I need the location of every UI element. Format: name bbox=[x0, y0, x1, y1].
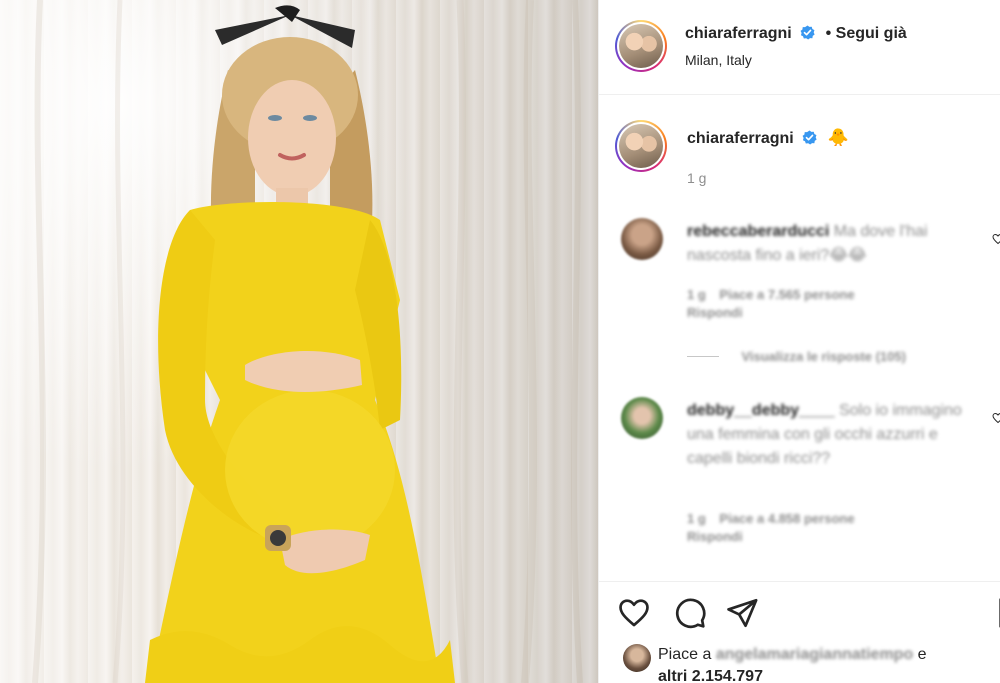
author-username[interactable]: chiaraferragni bbox=[685, 25, 792, 42]
liker-avatar[interactable] bbox=[623, 644, 651, 672]
view-replies[interactable]: Visualizza le risposte (105) bbox=[687, 348, 906, 366]
comment-avatar[interactable] bbox=[621, 218, 663, 260]
comment-avatar[interactable] bbox=[621, 397, 663, 439]
likes-others[interactable]: altri 2.154.797 bbox=[658, 666, 763, 683]
photo-illustration bbox=[32, 0, 583, 683]
reply-button[interactable]: Rispondi bbox=[687, 305, 743, 320]
comment-meta: 1 g Piace a 7.565 persone bbox=[687, 287, 855, 302]
verified-badge-icon bbox=[802, 130, 817, 145]
comment-time[interactable]: 1 g bbox=[687, 287, 706, 302]
verified-badge-icon bbox=[800, 25, 815, 40]
view-replies-label[interactable]: Visualizza le risposte (105) bbox=[741, 349, 906, 364]
likes-suffix: e bbox=[917, 646, 927, 663]
caption-avatar[interactable] bbox=[615, 120, 667, 172]
comment-likes[interactable]: Piace a 7.565 persone bbox=[719, 287, 854, 302]
comment-time[interactable]: 1 g bbox=[687, 511, 706, 526]
author-avatar[interactable] bbox=[615, 20, 667, 72]
caption-row: chiaraferragni 🐥 bbox=[687, 128, 849, 148]
comment-username[interactable]: rebeccaberarducci bbox=[687, 223, 829, 240]
reply-button[interactable]: Rispondi bbox=[687, 529, 743, 544]
follow-status-button[interactable]: • Segui già bbox=[826, 25, 907, 42]
liker-username[interactable]: angelamariagiannatiempo bbox=[716, 646, 913, 663]
heart-icon[interactable] bbox=[992, 412, 1000, 424]
likes-summary: Piace a angelamariagiannatiempo e bbox=[658, 644, 988, 666]
likes-prefix: Piace a bbox=[658, 646, 712, 663]
post-header: chiaraferragni • Segui già Milan, Italy bbox=[599, 0, 1000, 95]
replies-divider bbox=[687, 356, 719, 358]
post-location[interactable]: Milan, Italy bbox=[685, 52, 752, 68]
comment-username[interactable]: debby__debby____ bbox=[687, 402, 835, 419]
comment-icon[interactable] bbox=[673, 596, 707, 630]
caption-emoji: 🐥 bbox=[827, 128, 849, 147]
paper-plane-icon[interactable] bbox=[725, 596, 759, 630]
comment-meta: 1 g Piace a 4.858 persone bbox=[687, 511, 855, 526]
action-bar: Piace a angelamariagiannatiempo e altri … bbox=[599, 581, 1000, 683]
comment-likes[interactable]: Piace a 4.858 persone bbox=[719, 511, 854, 526]
caption-username[interactable]: chiaraferragni bbox=[687, 130, 794, 147]
comment-text: debby__debby____ Solo io immagino una fe… bbox=[687, 399, 969, 471]
post-photo[interactable] bbox=[0, 0, 598, 683]
bookmark-icon[interactable] bbox=[995, 596, 1000, 630]
header-user-row: chiaraferragni • Segui già bbox=[685, 25, 907, 43]
post-sidebar: chiaraferragni • Segui già Milan, Italy … bbox=[598, 0, 1000, 683]
heart-icon[interactable] bbox=[617, 596, 651, 630]
heart-icon[interactable] bbox=[992, 233, 1000, 245]
caption-time[interactable]: 1 g bbox=[687, 170, 706, 186]
comment-text: rebeccaberarducci Ma dove l'hai nascosta… bbox=[687, 220, 969, 268]
